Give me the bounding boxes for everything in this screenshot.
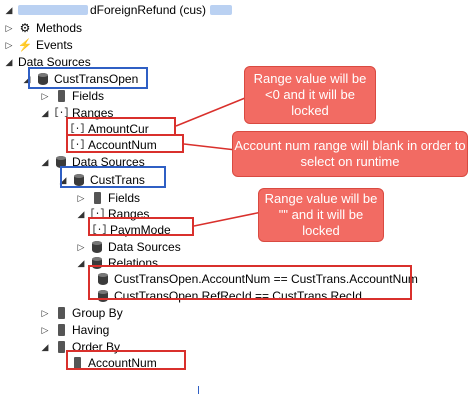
text-cursor bbox=[198, 386, 199, 394]
callout-connectors bbox=[175, 95, 263, 227]
callout-paym-locked: Range value will be "" and it will be lo… bbox=[258, 188, 384, 242]
callout-range-locked: Range value will be <0 and it will be lo… bbox=[244, 66, 376, 124]
callout-account-blank: Account num range will blank in order to… bbox=[232, 131, 468, 177]
